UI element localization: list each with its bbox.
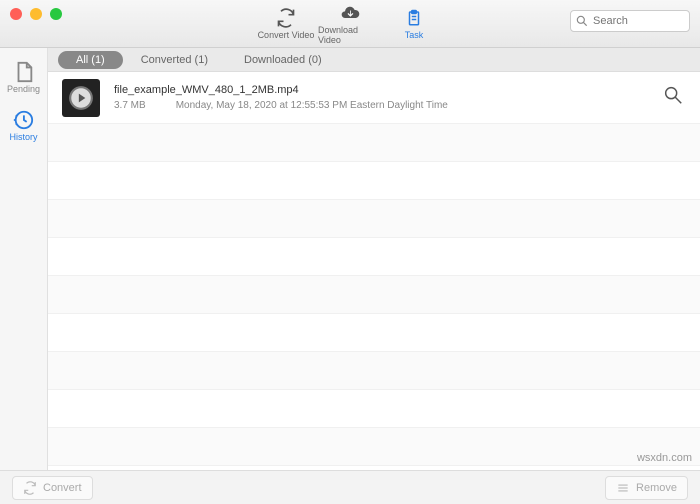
empty-row <box>48 352 700 390</box>
document-icon <box>12 60 36 84</box>
empty-row <box>48 428 700 466</box>
toolbar-label: Convert Video <box>258 30 315 40</box>
sidebar-item-pending[interactable]: Pending <box>7 60 40 94</box>
search-icon <box>575 14 589 28</box>
refresh-icon <box>275 7 297 29</box>
empty-row <box>48 276 700 314</box>
tabs: All (1) Converted (1) Downloaded (0) <box>48 48 700 72</box>
download-video-button[interactable]: Download Video <box>318 2 382 46</box>
search-wrap <box>570 10 690 32</box>
sidebar: Pending History <box>0 48 48 470</box>
toolbar: Convert Video Download Video Task <box>254 2 446 46</box>
file-name: file_example_WMV_480_1_2MB.mp4 <box>114 84 660 96</box>
reveal-button[interactable] <box>660 85 686 111</box>
sidebar-item-history[interactable]: History <box>9 108 37 142</box>
tab-converted[interactable]: Converted (1) <box>123 51 226 69</box>
button-label: Convert <box>43 482 82 494</box>
convert-button[interactable]: Convert <box>12 476 93 500</box>
empty-row <box>48 314 700 352</box>
refresh-icon <box>23 481 37 495</box>
button-label: Remove <box>636 482 677 494</box>
file-info: file_example_WMV_480_1_2MB.mp4 3.7 MB Mo… <box>114 84 660 111</box>
file-date: Monday, May 18, 2020 at 12:55:53 PM East… <box>176 100 448 111</box>
close-window-button[interactable] <box>10 8 22 20</box>
convert-video-button[interactable]: Convert Video <box>254 2 318 46</box>
content: Pending History All (1) Converted (1) Do… <box>0 48 700 470</box>
maximize-window-button[interactable] <box>50 8 62 20</box>
window-controls <box>10 8 62 20</box>
file-thumbnail <box>62 79 100 117</box>
empty-row <box>48 238 700 276</box>
minimize-window-button[interactable] <box>30 8 42 20</box>
empty-row <box>48 390 700 428</box>
remove-button[interactable]: Remove <box>605 476 688 500</box>
titlebar: Convert Video Download Video Task <box>0 0 700 48</box>
toolbar-label: Task <box>405 30 424 40</box>
file-meta: 3.7 MB Monday, May 18, 2020 at 12:55:53 … <box>114 100 660 111</box>
file-row[interactable]: file_example_WMV_480_1_2MB.mp4 3.7 MB Mo… <box>48 72 700 124</box>
footer: Convert Remove <box>0 470 700 504</box>
sidebar-label: Pending <box>7 84 40 94</box>
file-list: file_example_WMV_480_1_2MB.mp4 3.7 MB Mo… <box>48 72 700 470</box>
task-button[interactable]: Task <box>382 2 446 46</box>
main: All (1) Converted (1) Downloaded (0) fil… <box>48 48 700 470</box>
history-icon <box>11 108 35 132</box>
empty-row <box>48 200 700 238</box>
list-icon <box>616 481 630 495</box>
magnifier-icon <box>662 84 684 111</box>
file-size: 3.7 MB <box>114 100 146 111</box>
toolbar-label: Download Video <box>318 25 382 45</box>
clipboard-icon <box>403 7 425 29</box>
cloud-download-icon <box>339 2 361 24</box>
empty-row <box>48 124 700 162</box>
tab-all[interactable]: All (1) <box>58 51 123 69</box>
tab-downloaded[interactable]: Downloaded (0) <box>226 51 340 69</box>
empty-row <box>48 162 700 200</box>
sidebar-label: History <box>9 132 37 142</box>
